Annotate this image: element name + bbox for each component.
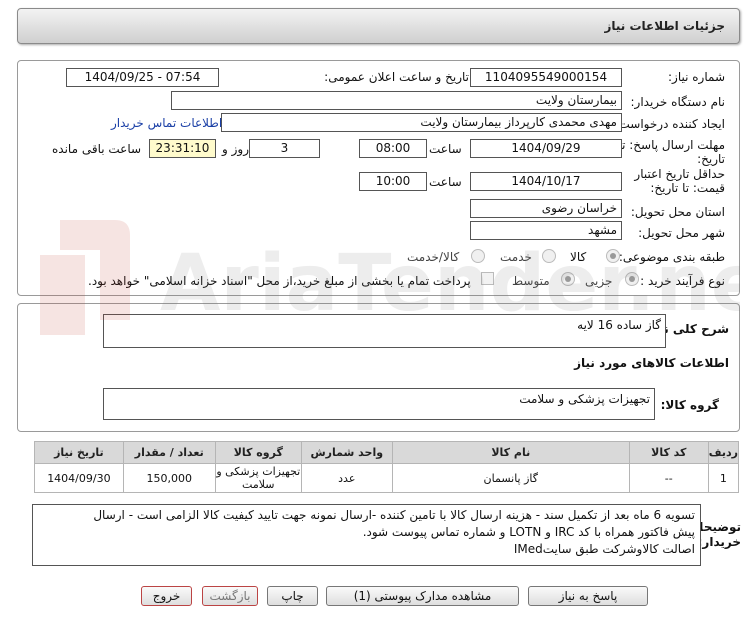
deadline-time-label: ساعت — [429, 142, 462, 156]
page-title-bar: جزئیات اطلاعات نیاز — [17, 8, 740, 44]
items-table: ردیف کد کالا نام کالا واحد شمارش گروه کا… — [34, 441, 740, 493]
deadline-time-field[interactable]: 08:00 — [359, 139, 427, 158]
deadline-date-field[interactable]: 1404/09/29 — [470, 139, 622, 158]
col-group-header: گروه کالا — [214, 441, 302, 464]
process-medium-label: متوسط — [512, 274, 550, 288]
category-goods-radio[interactable] — [606, 249, 620, 263]
days-label: روز و — [222, 142, 249, 156]
category-both-label: کالا/خدمت — [407, 250, 460, 264]
validity-label: حداقل تاریخ اعتبار — [634, 167, 725, 181]
category-goods-label: کالا — [570, 250, 587, 264]
category-service-label: خدمت — [500, 250, 532, 264]
process-medium-radio[interactable] — [561, 272, 575, 286]
requester-label: ایجاد کننده درخواست: — [614, 117, 725, 131]
need-number-field[interactable]: 1104095549000154 — [470, 68, 622, 87]
cell-name: گاز پانسمان — [391, 463, 630, 493]
summary-field[interactable]: گاز ساده 16 لایه — [103, 314, 666, 348]
days-field[interactable]: 3 — [249, 139, 320, 158]
back-button[interactable]: بازگشت — [202, 586, 258, 606]
buyer-notes-line-3: اصالت کالاوشرکت طبق سایتIMed — [513, 542, 695, 556]
goods-info-heading: اطلاعات کالاهای مورد نیاز — [574, 356, 729, 370]
city-field[interactable]: مشهد — [470, 221, 622, 240]
category-both-radio[interactable] — [471, 249, 485, 263]
category-label: طبقه بندی موضوعی: — [618, 250, 725, 264]
cell-row: 1 — [707, 463, 740, 493]
validity-time-label: ساعت — [429, 175, 462, 189]
province-field[interactable]: خراسان رضوی — [470, 199, 622, 218]
validity-time-field[interactable]: 10:00 — [359, 172, 427, 191]
buyer-contact-link[interactable]: اطلاعات تماس خریدار — [111, 116, 222, 130]
col-unit-header: واحد شمارش — [300, 441, 393, 464]
table-header-row: ردیف کد کالا نام کالا واحد شمارش گروه کا… — [34, 441, 740, 464]
validity-label-2: قیمت: تا تاریخ: — [650, 181, 725, 195]
exit-button[interactable]: خروج — [141, 586, 192, 606]
col-qty-header: تعداد / مقدار — [122, 441, 216, 464]
buyer-notes-line-1: تسویه 6 ماه بعد از تکمیل سند - هزینه ارس… — [93, 508, 695, 522]
goods-group-label: گروه کالا: — [660, 398, 719, 412]
col-date-header: تاریخ نیاز — [34, 441, 124, 464]
validity-date-field[interactable]: 1404/10/17 — [470, 172, 622, 191]
announce-date-label: تاریخ و ساعت اعلان عمومی: — [324, 70, 469, 84]
print-button[interactable]: چاپ — [267, 586, 318, 606]
col-code-header: کد کالا — [628, 441, 709, 464]
treasury-payment-checkbox[interactable] — [481, 272, 494, 285]
deadline-label-2: تاریخ: — [697, 152, 725, 166]
announce-date-field[interactable]: 1404/09/25 - 07:54 — [66, 68, 219, 87]
page-title: جزئیات اطلاعات نیاز — [604, 19, 725, 33]
reply-button[interactable]: پاسخ به نیاز — [528, 586, 648, 606]
goods-group-field[interactable]: تجهیزات پزشکی و سلامت — [103, 388, 655, 420]
province-label: استان محل تحویل: — [630, 205, 725, 219]
process-label: نوع فرآیند خرید : — [640, 274, 725, 288]
process-minor-label: جزیی — [585, 274, 613, 288]
buyer-org-field[interactable]: بیمارستان ولایت — [171, 91, 622, 110]
buyer-notes-line-2: پیش فاکتور همراه با کد IRC و LOTN و شمار… — [362, 525, 695, 539]
city-label: شهر محل تحویل: — [638, 226, 725, 240]
requester-field[interactable]: مهدی محمدی کارپرداز بیمارستان ولایت — [221, 113, 622, 132]
remaining-label: ساعت باقی مانده — [52, 142, 142, 156]
cell-unit: عدد — [300, 463, 393, 493]
payment-note: پرداخت تمام یا بخشی از مبلغ خرید،از محل … — [88, 274, 471, 288]
process-minor-radio[interactable] — [625, 272, 639, 286]
category-service-radio[interactable] — [542, 249, 556, 263]
table-row[interactable]: 1 -- گاز پانسمان عدد تجهیزات پزشکی و سلا… — [34, 463, 740, 493]
col-name-header: نام کالا — [391, 441, 630, 464]
cell-code: -- — [628, 463, 709, 493]
deadline-label: مهلت ارسال پاسخ: تا — [618, 138, 725, 152]
col-row-header: ردیف — [707, 441, 740, 464]
buyer-notes-box[interactable]: تسویه 6 ماه بعد از تکمیل سند - هزینه ارس… — [32, 504, 701, 566]
cell-date: 1404/09/30 — [34, 463, 124, 493]
cell-qty: 150,000 — [122, 463, 216, 493]
buyer-org-label: نام دستگاه خریدار: — [630, 95, 726, 109]
attachments-button[interactable]: مشاهده مدارک پیوستی (1) — [326, 586, 519, 606]
cell-group: تجهیزات پزشکی و سلامت — [214, 463, 302, 493]
need-number-label: شماره نیاز: — [668, 70, 725, 84]
remaining-time-field: 23:31:10 — [149, 139, 216, 158]
buyer-notes-label-2: خریدار: — [697, 535, 741, 549]
